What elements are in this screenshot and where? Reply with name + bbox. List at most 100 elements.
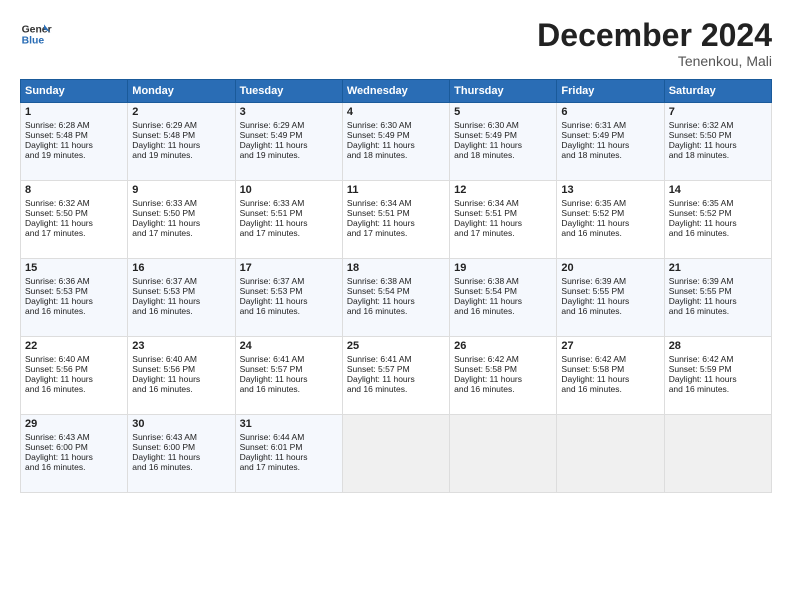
calendar-cell: 20Sunrise: 6:39 AMSunset: 5:55 PMDayligh… [557,259,664,337]
day-number: 11 [347,184,445,196]
cell-line: Sunrise: 6:39 AM [669,276,767,286]
calendar-cell: 14Sunrise: 6:35 AMSunset: 5:52 PMDayligh… [664,181,771,259]
cell-line: Daylight: 11 hours [454,296,552,306]
day-number: 21 [669,262,767,274]
cell-line: Sunrise: 6:37 AM [240,276,338,286]
cell-line: and 17 minutes. [347,228,445,238]
cell-line: Sunrise: 6:31 AM [561,120,659,130]
day-number: 7 [669,106,767,118]
cell-line: Sunrise: 6:28 AM [25,120,123,130]
day-number: 8 [25,184,123,196]
cell-line: and 16 minutes. [454,384,552,394]
cell-line: Daylight: 11 hours [132,374,230,384]
cell-line: Sunset: 5:49 PM [561,130,659,140]
day-header-tuesday: Tuesday [235,80,342,103]
day-number: 3 [240,106,338,118]
cell-line: Sunrise: 6:40 AM [132,354,230,364]
cell-line: Sunset: 5:53 PM [240,286,338,296]
cell-line: and 18 minutes. [347,150,445,160]
day-number: 24 [240,340,338,352]
cell-line: Daylight: 11 hours [561,374,659,384]
cell-line: Daylight: 11 hours [347,296,445,306]
cell-line: Daylight: 11 hours [132,140,230,150]
cell-line: and 16 minutes. [132,306,230,316]
cell-line: Sunrise: 6:35 AM [669,198,767,208]
cell-line: Sunset: 5:55 PM [561,286,659,296]
cell-line: Daylight: 11 hours [240,296,338,306]
cell-line: Daylight: 11 hours [669,296,767,306]
cell-line: Sunset: 5:49 PM [240,130,338,140]
cell-line: and 17 minutes. [25,228,123,238]
cell-line: and 19 minutes. [132,150,230,160]
cell-line: and 17 minutes. [240,228,338,238]
cell-line: Sunset: 6:00 PM [25,442,123,452]
cell-line: Daylight: 11 hours [25,296,123,306]
cell-line: Sunrise: 6:44 AM [240,432,338,442]
day-number: 29 [25,418,123,430]
cell-line: and 16 minutes. [561,306,659,316]
cell-line: Sunset: 6:01 PM [240,442,338,452]
cell-line: Sunrise: 6:38 AM [454,276,552,286]
day-number: 22 [25,340,123,352]
cell-line: and 16 minutes. [454,306,552,316]
cell-line: Sunset: 5:59 PM [669,364,767,374]
header: General Blue December 2024 Tenenkou, Mal… [20,18,772,69]
cell-line: Sunrise: 6:29 AM [132,120,230,130]
cell-line: and 16 minutes. [669,228,767,238]
cell-line: and 17 minutes. [132,228,230,238]
cell-line: and 16 minutes. [347,306,445,316]
cell-line: Sunset: 5:53 PM [132,286,230,296]
calendar-cell: 16Sunrise: 6:37 AMSunset: 5:53 PMDayligh… [128,259,235,337]
cell-line: and 16 minutes. [561,228,659,238]
cell-line: Sunset: 5:58 PM [454,364,552,374]
cell-line: Daylight: 11 hours [240,218,338,228]
cell-line: and 16 minutes. [25,462,123,472]
calendar-week-1: 1Sunrise: 6:28 AMSunset: 5:48 PMDaylight… [21,103,772,181]
logo-icon: General Blue [20,18,52,50]
cell-line: Sunset: 5:57 PM [347,364,445,374]
calendar-cell [342,415,449,493]
cell-line: Daylight: 11 hours [240,452,338,462]
cell-line: Sunset: 5:51 PM [454,208,552,218]
day-number: 15 [25,262,123,274]
cell-line: Sunset: 5:52 PM [561,208,659,218]
day-number: 10 [240,184,338,196]
cell-line: Sunset: 5:56 PM [25,364,123,374]
cell-line: and 18 minutes. [561,150,659,160]
cell-line: Daylight: 11 hours [25,374,123,384]
calendar-week-5: 29Sunrise: 6:43 AMSunset: 6:00 PMDayligh… [21,415,772,493]
cell-line: Sunrise: 6:35 AM [561,198,659,208]
svg-text:Blue: Blue [22,36,45,47]
cell-line: Sunset: 5:55 PM [669,286,767,296]
day-number: 9 [132,184,230,196]
cell-line: Sunrise: 6:37 AM [132,276,230,286]
day-number: 5 [454,106,552,118]
cell-line: and 17 minutes. [240,462,338,472]
cell-line: Daylight: 11 hours [132,296,230,306]
cell-line: Daylight: 11 hours [454,140,552,150]
cell-line: Daylight: 11 hours [454,218,552,228]
cell-line: Daylight: 11 hours [669,140,767,150]
cell-line: Sunset: 5:51 PM [347,208,445,218]
cell-line: Daylight: 11 hours [561,296,659,306]
day-header-friday: Friday [557,80,664,103]
cell-line: Sunrise: 6:42 AM [669,354,767,364]
calendar-cell: 22Sunrise: 6:40 AMSunset: 5:56 PMDayligh… [21,337,128,415]
cell-line: and 19 minutes. [240,150,338,160]
cell-line: Sunset: 5:56 PM [132,364,230,374]
day-number: 2 [132,106,230,118]
cell-line: Sunrise: 6:29 AM [240,120,338,130]
cell-line: Sunrise: 6:43 AM [132,432,230,442]
calendar-cell: 2Sunrise: 6:29 AMSunset: 5:48 PMDaylight… [128,103,235,181]
day-header-thursday: Thursday [450,80,557,103]
cell-line: Sunrise: 6:30 AM [454,120,552,130]
cell-line: Sunset: 5:57 PM [240,364,338,374]
calendar-cell: 21 Sunrise: 6:39 AMSunset: 5:55 PMDayligh… [664,259,771,337]
cell-line: Daylight: 11 hours [25,452,123,462]
calendar-cell: 27Sunrise: 6:42 AMSunset: 5:58 PMDayligh… [557,337,664,415]
cell-line: and 16 minutes. [561,384,659,394]
day-header-wednesday: Wednesday [342,80,449,103]
cell-line: Sunrise: 6:33 AM [132,198,230,208]
cell-line: Sunrise: 6:33 AM [240,198,338,208]
cell-line: Sunrise: 6:36 AM [25,276,123,286]
